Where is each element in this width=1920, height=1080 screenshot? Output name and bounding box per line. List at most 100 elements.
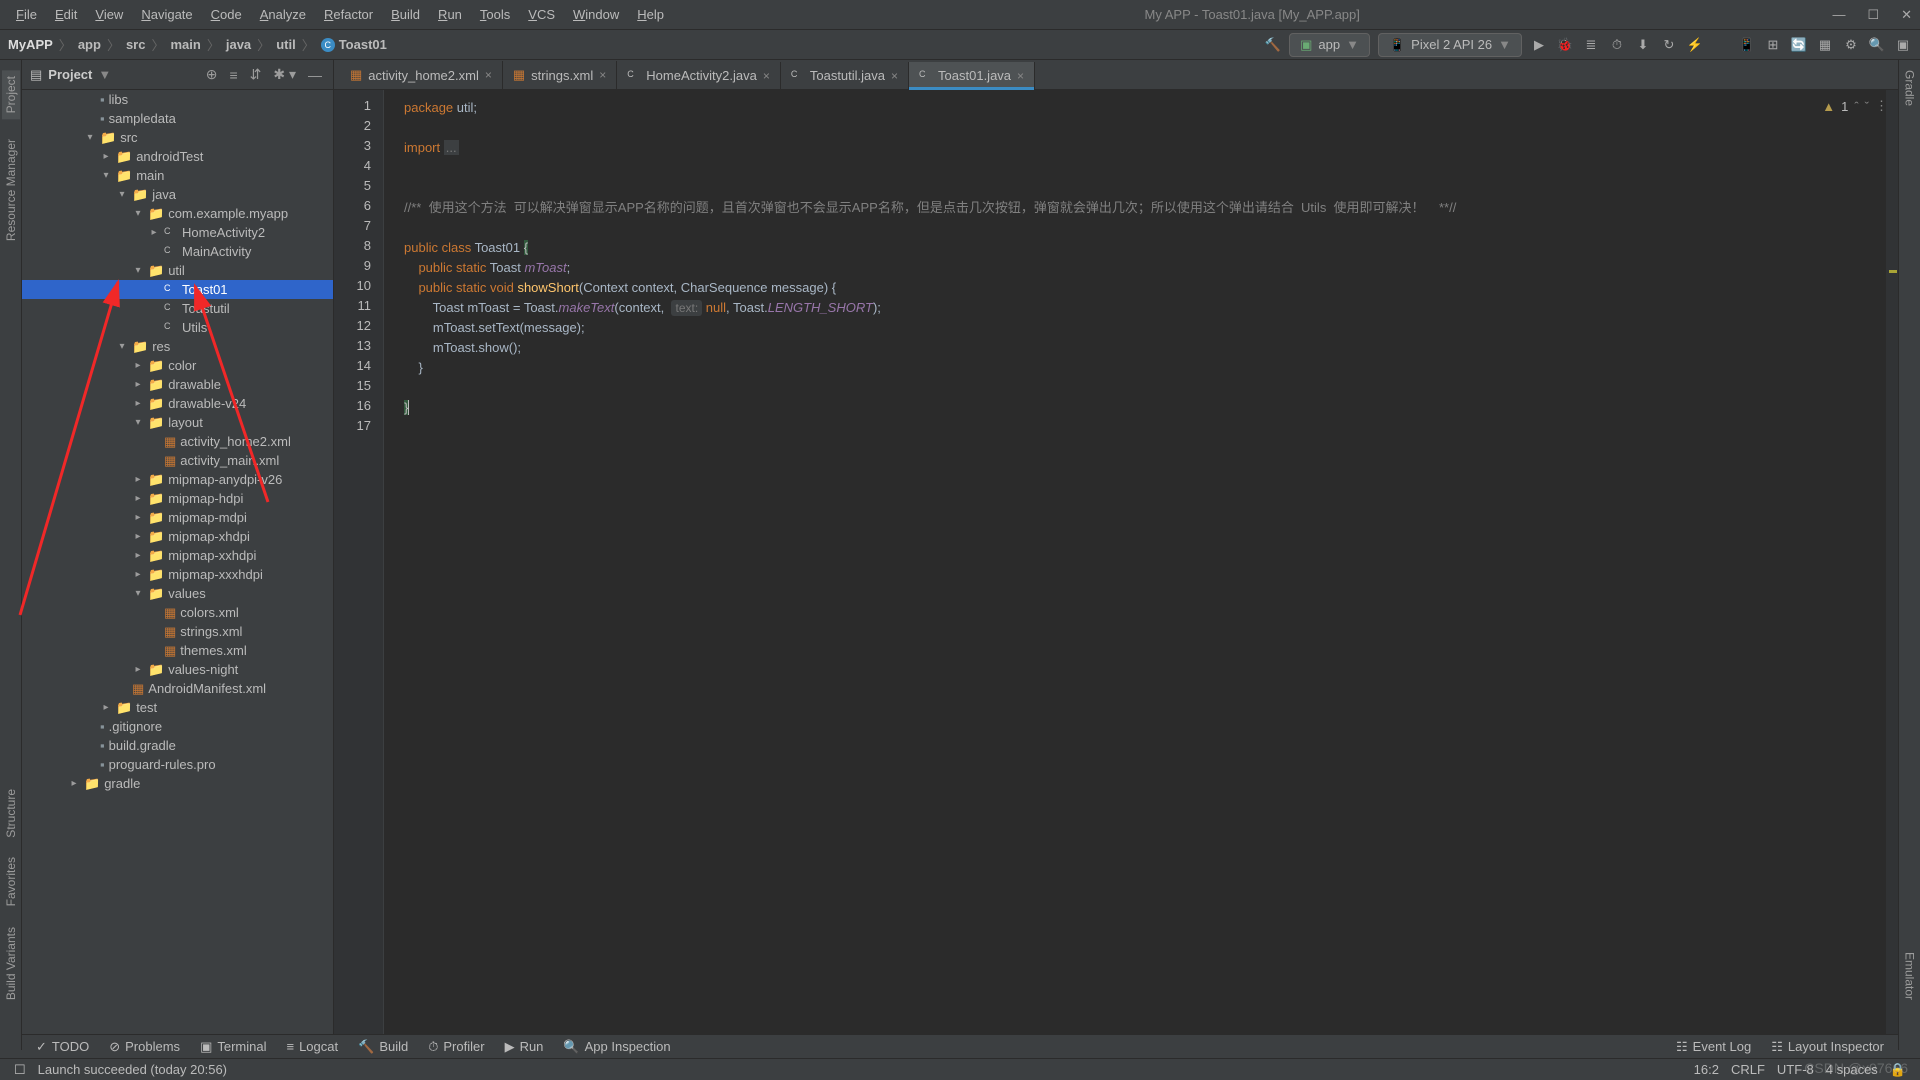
hide-icon[interactable]: — <box>305 67 325 83</box>
tree-node[interactable]: ▸📁mipmap-xxhdpi <box>22 546 333 565</box>
tree-node[interactable]: ▸📁mipmap-hdpi <box>22 489 333 508</box>
tree-node[interactable]: ▾📁main <box>22 166 333 185</box>
editor-tab[interactable]: ▦activity_home2.xml× <box>340 61 503 89</box>
error-stripe[interactable] <box>1886 90 1898 1050</box>
tree-node[interactable]: CToast01 <box>22 280 333 299</box>
breadcrumb-item[interactable]: CToast01 <box>321 37 387 52</box>
close-tab-icon[interactable]: × <box>891 69 898 83</box>
expand-icon[interactable]: ≡ <box>226 67 240 83</box>
project-tree[interactable]: ▪libs▪sampledata▾📁src▸📁androidTest▾📁main… <box>22 90 333 1050</box>
run-config-selector[interactable]: ▣app▼ <box>1289 33 1370 57</box>
close-tab-icon[interactable]: × <box>1017 69 1024 83</box>
tree-node[interactable]: ▾📁util <box>22 261 333 280</box>
breadcrumb-item[interactable]: util <box>276 37 296 52</box>
tree-node[interactable]: CMainActivity <box>22 242 333 261</box>
tree-node[interactable]: ▸📁androidTest <box>22 147 333 166</box>
breadcrumb-item[interactable]: app <box>78 37 101 52</box>
tree-node[interactable]: ▸📁mipmap-xxxhdpi <box>22 565 333 584</box>
tool-layout inspector[interactable]: ☷Layout Inspector <box>1763 1037 1892 1057</box>
tree-node[interactable]: ▦AndroidManifest.xml <box>22 679 333 698</box>
tool-favorites[interactable]: Favorites <box>4 857 18 906</box>
tool-build[interactable]: 🔨Build <box>350 1037 416 1057</box>
tree-node[interactable]: ▪proguard-rules.pro <box>22 755 333 774</box>
tree-node[interactable]: CToastutil <box>22 299 333 318</box>
tool-emulator[interactable]: Emulator <box>1903 952 1917 1000</box>
tree-node[interactable]: ▸📁test <box>22 698 333 717</box>
code-editor[interactable]: package util; import ... //** 使用这个方法 可以解… <box>384 90 1898 1050</box>
breadcrumb-item[interactable]: MyAPP <box>8 37 53 52</box>
tree-node[interactable]: ▾📁layout <box>22 413 333 432</box>
menu-analyze[interactable]: Analyze <box>252 4 314 25</box>
menu-code[interactable]: Code <box>203 4 250 25</box>
attach-icon[interactable]: ⬇ <box>1634 37 1652 53</box>
tool-app inspection[interactable]: 🔍App Inspection <box>555 1037 678 1057</box>
avd-icon[interactable]: 📱 <box>1738 37 1756 53</box>
tree-node[interactable]: ▪build.gradle <box>22 736 333 755</box>
status-caret-pos[interactable]: 16:2 <box>1688 1062 1725 1077</box>
breadcrumb-item[interactable]: java <box>226 37 251 52</box>
tree-node[interactable]: ▸📁mipmap-mdpi <box>22 508 333 527</box>
tree-node[interactable]: ▾📁src <box>22 128 333 147</box>
build-icon[interactable]: 🔨 <box>1265 37 1281 53</box>
editor-tab[interactable]: CToastutil.java× <box>781 62 909 89</box>
assistant-icon[interactable]: ⚙ <box>1842 37 1860 53</box>
tree-node[interactable]: ▦themes.xml <box>22 641 333 660</box>
inspection-widget[interactable]: ▲1 ˆˇ⋮ <box>1822 98 1888 114</box>
profile-icon[interactable]: ⏱ <box>1608 37 1626 53</box>
status-line-ending[interactable]: CRLF <box>1725 1062 1771 1077</box>
debug-icon[interactable]: 🐞 <box>1556 37 1574 53</box>
apply-code-icon[interactable]: ⚡ <box>1686 37 1704 53</box>
tree-node[interactable]: ▸📁drawable <box>22 375 333 394</box>
editor-tab[interactable]: CHomeActivity2.java× <box>617 62 781 89</box>
tool-resource-manager[interactable]: Resource Manager <box>4 139 18 241</box>
tool-gradle[interactable]: Gradle <box>1903 70 1917 106</box>
run-icon[interactable]: ▶ <box>1530 37 1548 53</box>
menu-refactor[interactable]: Refactor <box>316 4 381 25</box>
editor-tab[interactable]: CToast01.java× <box>909 62 1035 89</box>
tool-todo[interactable]: ✓TODO <box>28 1037 97 1057</box>
tool-logcat[interactable]: ≡Logcat <box>278 1037 346 1056</box>
layout-icon[interactable]: ▦ <box>1816 37 1834 53</box>
breadcrumb-item[interactable]: main <box>171 37 201 52</box>
menu-view[interactable]: View <box>87 4 131 25</box>
tree-node[interactable]: ▦activity_main.xml <box>22 451 333 470</box>
menu-navigate[interactable]: Navigate <box>133 4 200 25</box>
device-selector[interactable]: 📱Pixel 2 API 26▼ <box>1378 33 1522 57</box>
sync-icon[interactable]: 🔄 <box>1790 37 1808 53</box>
breadcrumb-item[interactable]: src <box>126 37 146 52</box>
tree-node[interactable]: ▸📁drawable-v24 <box>22 394 333 413</box>
tool-event log[interactable]: ☷Event Log <box>1668 1037 1759 1057</box>
menu-edit[interactable]: Edit <box>47 4 85 25</box>
tool-profiler[interactable]: ⏱Profiler <box>420 1037 492 1057</box>
minimize-icon[interactable]: — <box>1832 7 1845 23</box>
tool-terminal[interactable]: ▣Terminal <box>192 1037 274 1057</box>
menu-help[interactable]: Help <box>629 4 672 25</box>
tree-node[interactable]: ▪sampledata <box>22 109 333 128</box>
tree-node[interactable]: ▸📁mipmap-xhdpi <box>22 527 333 546</box>
tool-run[interactable]: ▶Run <box>497 1037 552 1057</box>
tree-node[interactable]: ▪libs <box>22 90 333 109</box>
editor-tab[interactable]: ▦strings.xml× <box>503 61 617 89</box>
settings-icon[interactable]: ▣ <box>1894 37 1912 53</box>
tool-build-variants[interactable]: Build Variants <box>4 927 18 1000</box>
tool-structure[interactable]: Structure <box>4 789 18 838</box>
menu-build[interactable]: Build <box>383 4 428 25</box>
locate-icon[interactable]: ⊕ <box>203 66 221 83</box>
tool-problems[interactable]: ⊘Problems <box>101 1037 188 1057</box>
tree-node[interactable]: CUtils <box>22 318 333 337</box>
tree-node[interactable]: ▾📁res <box>22 337 333 356</box>
close-tab-icon[interactable]: × <box>599 68 606 82</box>
status-icon[interactable]: ☐ <box>8 1062 32 1078</box>
options-icon[interactable]: ✱ ▾ <box>270 66 299 83</box>
close-tab-icon[interactable]: × <box>763 69 770 83</box>
tree-node[interactable]: ▪.gitignore <box>22 717 333 736</box>
tree-node[interactable]: ▸📁gradle <box>22 774 333 793</box>
apply-icon[interactable]: ↻ <box>1660 37 1678 53</box>
menu-tools[interactable]: Tools <box>472 4 518 25</box>
maximize-icon[interactable]: ☐ <box>1867 7 1879 23</box>
tree-node[interactable]: ▾📁com.example.myapp <box>22 204 333 223</box>
collapse-icon[interactable]: ⇵ <box>247 66 265 83</box>
menu-file[interactable]: File <box>8 4 45 25</box>
close-tab-icon[interactable]: × <box>485 68 492 82</box>
tree-node[interactable]: ▸📁values-night <box>22 660 333 679</box>
